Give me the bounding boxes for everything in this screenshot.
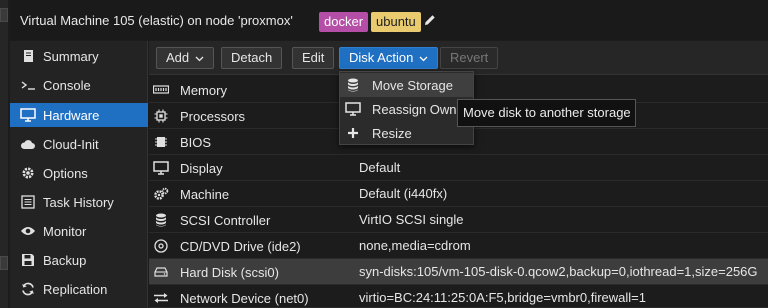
chevron-down-icon: [195, 56, 204, 62]
menu-item-resize[interactable]: Resize: [340, 121, 473, 144]
hardware-row-machine[interactable]: Machine Default (i440fx): [149, 181, 768, 207]
cloud-icon: [20, 136, 36, 152]
monitor-icon: [20, 107, 36, 123]
sidebar-item-label: Task History: [43, 194, 114, 210]
chip-icon: [153, 134, 169, 150]
terminal-icon: [20, 77, 36, 93]
edit-button[interactable]: Edit: [292, 47, 335, 69]
revert-button-label: Revert: [450, 50, 489, 65]
menu-item-move-storage[interactable]: Move Storage: [340, 73, 473, 97]
desktop-icon: [153, 160, 169, 176]
add-button-label: Add: [166, 50, 190, 65]
row-key: Machine: [180, 187, 230, 202]
hardware-row-scsi-controller[interactable]: SCSI Controller VirtIO SCSI single: [149, 207, 768, 233]
sidebar: Summary Console Hardware Cloud-Init Opti…: [10, 41, 148, 308]
sidebar-item-hardware[interactable]: Hardware: [10, 103, 148, 127]
collapse-handle[interactable]: [0, 8, 8, 22]
row-value: none,media=cdrom: [359, 238, 471, 253]
vm-header: Virtual Machine 105 (elastic) on node 'p…: [10, 0, 768, 40]
menu-item-label: Resize: [372, 125, 412, 141]
desktop-icon: [345, 102, 361, 116]
sidebar-item-label: Replication: [43, 281, 108, 297]
page-title: Virtual Machine 105 (elastic) on node 'p…: [20, 13, 293, 28]
plus-icon: [345, 127, 361, 139]
sidebar-item-label: Monitor: [43, 223, 87, 239]
sidebar-item-label: Hardware: [43, 107, 100, 123]
row-value: VirtIO SCSI single: [359, 212, 464, 227]
hdd-icon: [153, 264, 169, 280]
left-panel-edge: [0, 0, 8, 308]
row-key: Processors: [180, 109, 246, 124]
detach-button[interactable]: Detach: [221, 47, 283, 69]
list-icon: [20, 194, 36, 210]
detach-button-label: Detach: [231, 50, 273, 65]
eye-icon: [20, 223, 36, 239]
revert-button[interactable]: Revert: [440, 47, 499, 69]
gear-icon: [20, 165, 36, 181]
sidebar-item-console[interactable]: Console: [10, 73, 148, 97]
hardware-row-hard-disk[interactable]: Hard Disk (scsi0) syn-disks:105/vm-105-d…: [149, 259, 768, 285]
hardware-toolbar: Add Detach Edit Disk Action Revert: [149, 41, 768, 75]
add-button[interactable]: Add: [156, 47, 215, 69]
edit-button-label: Edit: [302, 50, 325, 65]
memory-icon: [153, 82, 169, 98]
sidebar-item-replication[interactable]: Replication: [10, 277, 148, 301]
cdrom-icon: [153, 238, 169, 254]
cogs-icon: [153, 186, 169, 202]
row-key: Display: [180, 161, 223, 176]
sidebar-item-summary[interactable]: Summary: [10, 44, 148, 68]
hardware-row-network[interactable]: Network Device (net0) virtio=BC:24:11:25…: [149, 285, 768, 308]
row-key: Network Device (net0): [180, 291, 309, 306]
tag-ubuntu[interactable]: ubuntu: [371, 12, 421, 32]
sidebar-item-options[interactable]: Options: [10, 161, 148, 185]
database-icon: [345, 78, 361, 92]
row-key: Hard Disk (scsi0): [180, 265, 279, 280]
sidebar-item-label: Backup: [43, 252, 87, 268]
book-icon: [20, 48, 36, 64]
menu-item-reassign-owner[interactable]: Reassign Owner: [340, 97, 473, 121]
cpu-icon: [153, 108, 169, 124]
tag-docker[interactable]: docker: [319, 12, 369, 32]
scroll-handle[interactable]: [0, 256, 8, 270]
sidebar-item-backup[interactable]: Backup: [10, 248, 148, 272]
row-value: Default: [359, 160, 401, 175]
exchange-icon: [153, 290, 169, 306]
sidebar-item-label: Console: [43, 77, 91, 93]
sidebar-item-label: Cloud-Init: [43, 136, 99, 152]
chevron-down-icon: [419, 56, 428, 62]
database-icon: [153, 212, 169, 228]
menu-item-label: Move Storage: [372, 77, 453, 93]
disk-action-button[interactable]: Disk Action: [339, 47, 439, 69]
hardware-row-cdrom[interactable]: CD/DVD Drive (ide2) none,media=cdrom: [149, 233, 768, 259]
row-key: CD/DVD Drive (ide2): [180, 239, 301, 254]
row-value: virtio=BC:24:11:25:0A:F5,bridge=vmbr0,fi…: [359, 290, 646, 305]
floppy-icon: [20, 252, 36, 268]
sync-icon: [20, 281, 36, 297]
hardware-row-display[interactable]: Display Default: [149, 155, 768, 181]
sidebar-item-label: Options: [43, 165, 88, 181]
pencil-icon[interactable]: [424, 14, 436, 26]
menu-item-label: Reassign Owner: [372, 101, 469, 117]
row-value: syn-disks:105/vm-105-disk-0.qcow2,backup…: [359, 264, 758, 279]
disk-action-menu: Move Storage Reassign Owner Resize: [339, 71, 474, 145]
tooltip: Move disk to another storage: [457, 99, 636, 127]
row-key: SCSI Controller: [180, 213, 271, 228]
sidebar-item-cloud-init[interactable]: Cloud-Init: [10, 132, 148, 156]
sidebar-item-label: Summary: [43, 48, 99, 64]
disk-action-button-label: Disk Action: [349, 50, 414, 65]
sidebar-item-task-history[interactable]: Task History: [10, 190, 148, 214]
row-value: Default (i440fx): [359, 186, 448, 201]
row-key: BIOS: [180, 135, 212, 150]
sidebar-item-monitor[interactable]: Monitor: [10, 219, 148, 243]
row-key: Memory: [180, 83, 227, 98]
